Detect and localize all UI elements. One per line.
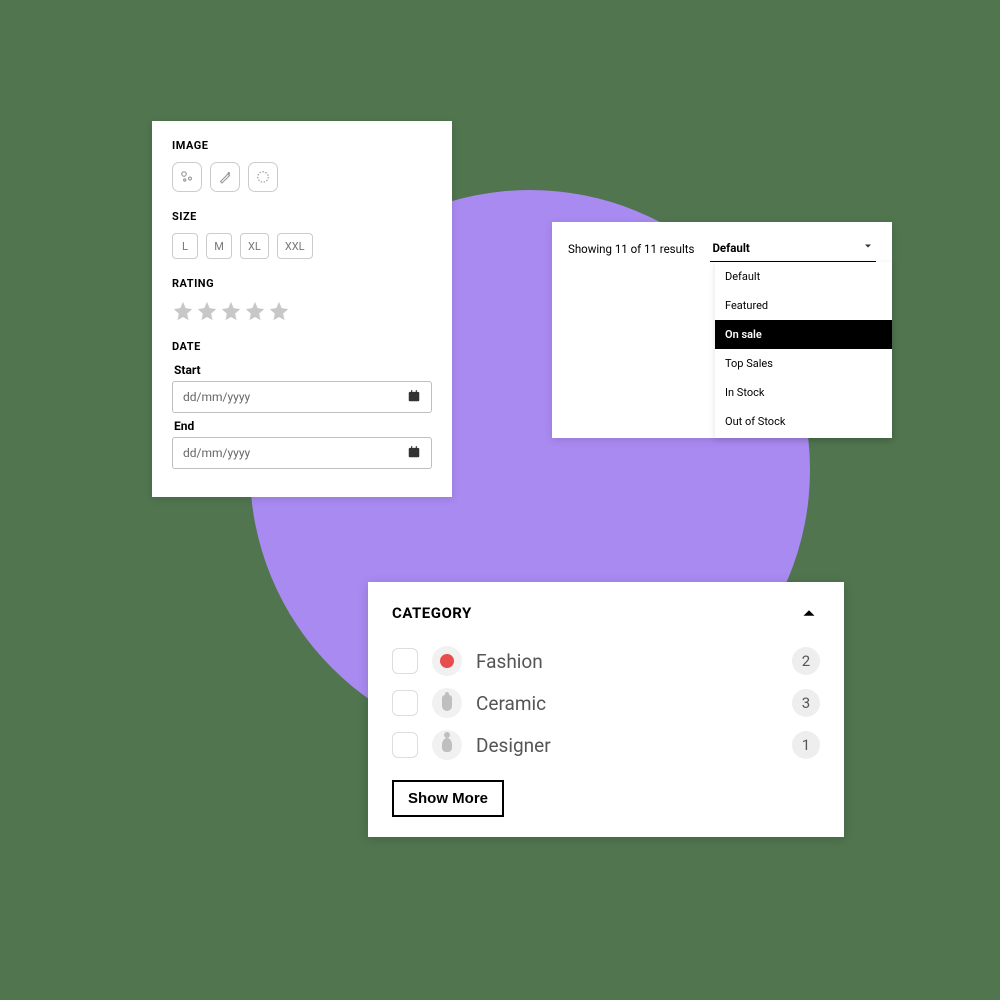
date-title: DATE xyxy=(172,340,432,353)
start-label: Start xyxy=(174,363,432,377)
category-label[interactable]: Fashion xyxy=(476,650,778,673)
end-label: End xyxy=(174,419,432,433)
filters-panel: IMAGE SIZE L M XL XXL RATING xyxy=(152,121,452,497)
checkbox-fashion[interactable] xyxy=(392,648,418,674)
sort-option-on-sale[interactable]: On sale xyxy=(715,320,892,349)
image-option-1[interactable] xyxy=(172,162,202,192)
category-panel: CATEGORY Fashion 2 Ceramic 3 Designer 1 … xyxy=(368,582,844,837)
size-option-m[interactable]: M xyxy=(206,233,232,259)
calendar-icon xyxy=(407,445,421,462)
show-more-button[interactable]: Show More xyxy=(392,780,504,817)
sort-option-featured[interactable]: Featured xyxy=(715,291,892,320)
person-icon xyxy=(442,738,452,752)
checkbox-designer[interactable] xyxy=(392,732,418,758)
swatch-ceramic xyxy=(432,688,462,718)
end-date-placeholder: dd/mm/yyyy xyxy=(183,446,250,460)
chevron-down-icon xyxy=(862,240,874,255)
sort-option-top-sales[interactable]: Top Sales xyxy=(715,349,892,378)
sort-option-default[interactable]: Default xyxy=(715,262,892,291)
collapse-toggle[interactable] xyxy=(798,602,820,624)
chevron-up-icon xyxy=(798,609,820,628)
checkbox-ceramic[interactable] xyxy=(392,690,418,716)
start-date-input[interactable]: dd/mm/yyyy xyxy=(172,381,432,413)
results-text: Showing 11 of 11 results xyxy=(568,242,694,256)
image-option-2[interactable] xyxy=(210,162,240,192)
sort-option-in-stock[interactable]: In Stock xyxy=(715,378,892,407)
swatch-fashion xyxy=(432,646,462,676)
sort-dropdown: Default Featured On sale Top Sales In St… xyxy=(715,262,892,438)
date-section: DATE Start dd/mm/yyyy End dd/mm/yyyy xyxy=(172,340,432,469)
image-option-3[interactable] xyxy=(248,162,278,192)
star-2-icon[interactable] xyxy=(196,300,218,322)
start-date-placeholder: dd/mm/yyyy xyxy=(183,390,250,404)
star-1-icon[interactable] xyxy=(172,300,194,322)
category-count: 3 xyxy=(792,689,820,717)
rating-stars xyxy=(172,300,432,322)
size-options: L M XL XXL xyxy=(172,233,432,259)
star-3-icon[interactable] xyxy=(220,300,242,322)
swatch-designer xyxy=(432,730,462,760)
image-title: IMAGE xyxy=(172,139,432,152)
category-row-fashion: Fashion 2 xyxy=(392,640,820,682)
size-option-l[interactable]: L xyxy=(172,233,198,259)
category-count: 2 xyxy=(792,647,820,675)
star-4-icon[interactable] xyxy=(244,300,266,322)
category-label[interactable]: Ceramic xyxy=(476,692,778,715)
calendar-icon xyxy=(407,389,421,406)
dot-icon xyxy=(440,654,454,668)
sort-selected-label: Default xyxy=(712,241,749,255)
end-date-input[interactable]: dd/mm/yyyy xyxy=(172,437,432,469)
category-row-designer: Designer 1 xyxy=(392,724,820,766)
rating-section: RATING xyxy=(172,277,432,322)
star-5-icon[interactable] xyxy=(268,300,290,322)
sort-option-out-of-stock[interactable]: Out of Stock xyxy=(715,407,892,436)
image-section: IMAGE xyxy=(172,139,432,192)
category-title: CATEGORY xyxy=(392,604,472,622)
sort-select[interactable]: Default xyxy=(710,236,876,262)
sort-panel: Showing 11 of 11 results Default Default… xyxy=(552,222,892,438)
size-section: SIZE L M XL XXL xyxy=(172,210,432,259)
category-count: 1 xyxy=(792,731,820,759)
category-label[interactable]: Designer xyxy=(476,734,778,757)
size-option-xxl[interactable]: XXL xyxy=(277,233,313,259)
category-row-ceramic: Ceramic 3 xyxy=(392,682,820,724)
rating-title: RATING xyxy=(172,277,432,290)
size-title: SIZE xyxy=(172,210,432,223)
vase-icon xyxy=(442,695,452,711)
size-option-xl[interactable]: XL xyxy=(240,233,269,259)
